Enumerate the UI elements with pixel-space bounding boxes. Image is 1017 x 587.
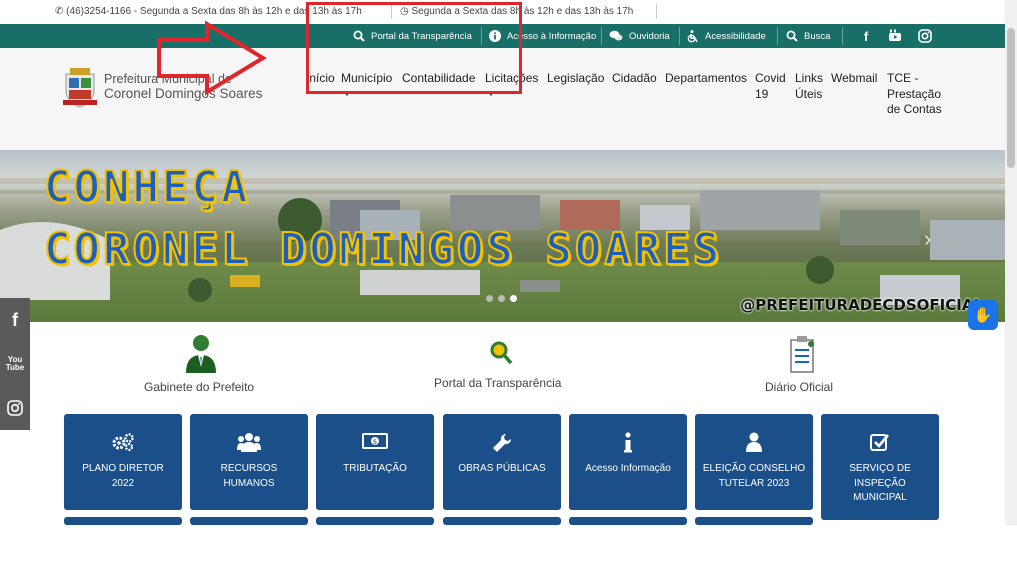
- tile-row-2[interactable]: [316, 517, 434, 525]
- nav-cidadao[interactable]: Cidadão: [612, 71, 657, 87]
- person-suit-icon: [186, 335, 216, 373]
- divider: [481, 27, 482, 45]
- tile-label: PLANO DIRETOR 2022: [82, 463, 164, 489]
- divider: [777, 27, 778, 45]
- nav-inicio[interactable]: Início: [306, 71, 335, 87]
- utility-busca[interactable]: Busca: [786, 24, 830, 48]
- banner-title-line-1: CONHEÇA: [43, 161, 251, 214]
- utility-portal-transparencia[interactable]: Portal da Transparência: [353, 24, 472, 48]
- clock-icon: ◷: [400, 6, 409, 17]
- banner-title-line-2: CORONEL DOMINGOS SOARES: [43, 223, 723, 276]
- youtube-icon[interactable]: [887, 28, 903, 44]
- chat-icon: [609, 30, 623, 42]
- search-icon: [490, 341, 513, 365]
- phone-info: ✆ (46)3254-1166 - Segunda a Sexta das 8h…: [55, 6, 362, 17]
- quick-link-portal-label: Portal da Transparência: [434, 376, 562, 390]
- utility-portal-label: Portal da Transparência: [371, 30, 472, 42]
- wrench-icon: [443, 432, 561, 454]
- sign-language-icon[interactable]: ✋: [968, 300, 998, 330]
- nav-departamentos[interactable]: Departamentos: [665, 71, 747, 87]
- utility-ouvidoria[interactable]: Ouvidoria: [609, 24, 670, 48]
- chevron-right-icon[interactable]: ›: [924, 226, 931, 252]
- quick-link-diario-label: Diário Oficial: [765, 380, 834, 394]
- hours-text: Segunda a Sexta das 8h às 12h e das 13h …: [411, 6, 634, 17]
- top-info-bar: ✆ (46)3254-1166 - Segunda a Sexta das 8h…: [0, 0, 1005, 24]
- divider: [391, 4, 392, 19]
- tile-recursos-humanos[interactable]: RECURSOS HUMANOS: [190, 414, 308, 510]
- divider: [601, 27, 602, 45]
- users-icon: [190, 432, 308, 452]
- phone-icon: ✆: [55, 6, 64, 17]
- carousel-dot[interactable]: [486, 295, 493, 302]
- chevron-down-icon: [344, 92, 350, 96]
- gears-icon: [64, 432, 182, 452]
- youtube-icon[interactable]: You Tube: [0, 342, 30, 386]
- scrollbar-thumb[interactable]: [1007, 28, 1015, 168]
- utility-acessibilidade-label: Acessibilidade: [705, 30, 766, 42]
- tile-row-2[interactable]: [695, 517, 813, 525]
- instagram-icon[interactable]: [917, 28, 933, 44]
- chevron-down-icon: [488, 92, 494, 96]
- page-bottom-blank: [0, 525, 1017, 587]
- tile-row-2[interactable]: [64, 517, 182, 525]
- facebook-icon[interactable]: f: [0, 298, 30, 342]
- search-icon: [786, 30, 798, 42]
- municipal-crest-logo[interactable]: [62, 66, 98, 108]
- instagram-icon[interactable]: [0, 386, 30, 430]
- nav-municipio[interactable]: Município: [341, 71, 392, 87]
- tile-servico-inspecao[interactable]: SERVIÇO DE INSPEÇÃO MUNICIPAL: [821, 414, 939, 520]
- banner-social-handle: @PREFEITURADECDSOFICIAL: [740, 296, 983, 314]
- tile-row-2[interactable]: [443, 517, 561, 525]
- nav-licitacoes[interactable]: Licitações: [485, 71, 538, 87]
- divider: [842, 27, 843, 45]
- tile-label: ELEIÇÃO CONSELHO TUTELAR 2023: [702, 463, 806, 489]
- nav-tce[interactable]: TCE - Prestação de Contas: [887, 71, 945, 118]
- utility-acessibilidade[interactable]: Acessibilidade: [687, 24, 766, 48]
- side-social-bar: f You Tube: [0, 298, 30, 430]
- info-icon: [489, 30, 501, 42]
- nav-legislacao[interactable]: Legislação: [547, 71, 604, 87]
- nav-links-uteis[interactable]: Links Úteis: [795, 71, 825, 102]
- info-icon: [569, 432, 687, 454]
- nav-webmail[interactable]: Webmail: [831, 71, 877, 87]
- carousel-dot-active[interactable]: [510, 295, 517, 302]
- brand-line-1[interactable]: Prefeitura Municipal de: [104, 72, 232, 86]
- phone-text: (46)3254-1166 - Segunda a Sexta das 8h à…: [66, 6, 362, 17]
- utility-bar: Portal da Transparência Acesso à Informa…: [0, 24, 1005, 48]
- nav-covid[interactable]: Covid 19: [755, 71, 791, 102]
- utility-acesso-informacao[interactable]: Acesso à Informação: [489, 24, 596, 48]
- tile-acesso-informacao[interactable]: Acesso Informação: [569, 414, 687, 510]
- tile-label: OBRAS PÚBLICAS: [458, 463, 546, 474]
- utility-ouvidoria-label: Ouvidoria: [629, 30, 670, 42]
- tile-label: Acesso Informação: [585, 463, 671, 474]
- hours-info: ◷ Segunda a Sexta das 8h às 12h e das 13…: [400, 6, 633, 17]
- quick-link-gabinete-label: Gabinete do Prefeito: [144, 380, 255, 394]
- divider: [656, 4, 657, 19]
- svg-text:$: $: [373, 438, 377, 446]
- tile-row-2[interactable]: [569, 517, 687, 525]
- tile-plano-diretor[interactable]: PLANO DIRETOR 2022: [64, 414, 182, 510]
- check-icon: [821, 432, 939, 452]
- tile-tributacao[interactable]: $ TRIBUTAÇÃO: [316, 414, 434, 510]
- carousel-dot[interactable]: [498, 295, 505, 302]
- money-icon: $: [316, 432, 434, 450]
- wheelchair-icon: [687, 29, 699, 43]
- tile-label: TRIBUTAÇÃO: [343, 463, 407, 474]
- brand-line-2[interactable]: Coronel Domingos Soares: [104, 86, 262, 101]
- facebook-icon[interactable]: f: [858, 28, 874, 44]
- search-icon: [353, 30, 365, 42]
- tile-obras-publicas[interactable]: OBRAS PÚBLICAS: [443, 414, 561, 510]
- nav-contabilidade[interactable]: Contabilidade: [402, 71, 475, 87]
- document-icon: [790, 336, 814, 373]
- tile-eleicao-conselho[interactable]: ELEIÇÃO CONSELHO TUTELAR 2023: [695, 414, 813, 510]
- tile-label: RECURSOS HUMANOS: [220, 463, 278, 489]
- user-icon: [695, 432, 813, 452]
- divider: [679, 27, 680, 45]
- utility-acesso-label: Acesso à Informação: [507, 30, 597, 42]
- utility-busca-label: Busca: [804, 30, 831, 42]
- tile-row-2[interactable]: [190, 517, 308, 525]
- tile-label: SERVIÇO DE INSPEÇÃO MUNICIPAL: [849, 463, 911, 503]
